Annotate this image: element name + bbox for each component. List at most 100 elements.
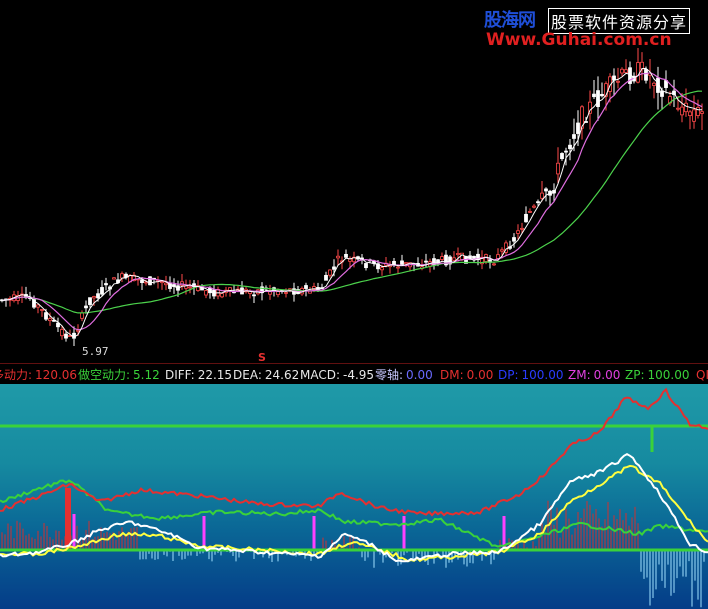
candle-body: [344, 253, 348, 258]
candle-body: [60, 329, 64, 337]
candle-body: [112, 277, 116, 280]
indicator-value: 22.15: [197, 368, 233, 382]
candle-body: [516, 230, 520, 234]
candle-body: [560, 153, 564, 160]
candle-body: [624, 69, 628, 73]
candle-body: [220, 293, 224, 298]
candle-body: [164, 282, 168, 286]
indicator-item: DP: 100.00: [498, 366, 564, 384]
candle-body: [336, 255, 340, 259]
indicator-label: ZP:: [625, 368, 645, 382]
candle-body: [104, 283, 108, 286]
candle-body: [572, 134, 576, 139]
candlestick-panel[interactable]: 股海网 股票软件资源分享 Www.Guhai.com.cn 5.97 S: [0, 0, 708, 364]
candle-body: [676, 107, 680, 110]
indicator-item: 多动力:120.06: [0, 366, 77, 384]
candle-body: [88, 297, 92, 305]
indicator-label: 做空动力:: [78, 368, 131, 382]
candle-body: [380, 267, 384, 271]
candle-body: [160, 281, 164, 284]
candle-body: [76, 329, 80, 332]
candle-body: [404, 262, 408, 265]
candle-body: [36, 304, 40, 308]
indicator-item: MACD: -4.95: [300, 366, 374, 384]
indicator-value: 24.62: [264, 368, 300, 382]
candle-body: [640, 61, 644, 70]
indicator-label: DM:: [440, 368, 464, 382]
indicator-value: 5.12: [133, 368, 160, 382]
indicator-item: DEA: 24.62: [233, 366, 299, 384]
bull-power-line: [0, 387, 708, 517]
candle-body: [284, 292, 288, 294]
candlestick-chart[interactable]: [0, 0, 708, 364]
indicator-label: 零轴:: [375, 368, 404, 382]
candle-body: [620, 68, 624, 74]
bull-spike-bar: [65, 488, 71, 550]
indicator-label: MACD:: [300, 368, 341, 382]
candle-body: [696, 107, 700, 116]
indicator-label: DEA:: [233, 368, 262, 382]
candle-body: [440, 256, 444, 260]
candle-body: [644, 69, 648, 81]
low-price-label: 5.97: [82, 345, 109, 358]
candle-body: [568, 144, 572, 150]
candle-body: [532, 205, 536, 208]
candle-body: [400, 260, 404, 265]
candle-body: [80, 312, 84, 319]
candle-body: [396, 266, 400, 269]
indicator-value: 100.00: [521, 368, 564, 382]
indicator-item: DM: 0.00: [440, 366, 493, 384]
indicator-label: QI: [696, 368, 708, 382]
signal-marker: S: [258, 351, 266, 364]
candle-body: [680, 106, 684, 116]
watermark-logo: 股海网 股票软件资源分享 Www.Guhai.com.cn: [484, 4, 704, 52]
candle-body: [120, 273, 124, 279]
candle-body: [528, 211, 532, 213]
indicator-values-bar: 多动力:120.06做空动力:5.12 DIFF:22.15DEA:24.62MA…: [0, 366, 708, 384]
candle-body: [616, 80, 620, 83]
candle-body: [424, 260, 428, 263]
candlesticks: [0, 48, 704, 346]
candle-body: [140, 279, 144, 283]
watermark-url: Www.Guhai.com.cn: [486, 30, 672, 50]
candle-body: [544, 188, 548, 192]
candle-body: [452, 257, 456, 261]
indicator-label: ZM:: [568, 368, 591, 382]
candle-body: [324, 275, 328, 281]
candle-body: [328, 269, 332, 276]
candle-body: [92, 296, 96, 299]
candle-body: [40, 309, 44, 311]
candle-body: [44, 312, 48, 320]
stock-chart-window: 股海网 股票软件资源分享 Www.Guhai.com.cn 5.97 S 多动力…: [0, 0, 708, 609]
histogram-bars: [1, 500, 705, 608]
candle-body: [576, 122, 580, 134]
candle-body: [692, 109, 696, 122]
indicator-label: DP:: [498, 368, 519, 382]
candle-body: [520, 227, 524, 230]
candle-body: [600, 93, 604, 97]
indicator-value: 100.00: [647, 368, 690, 382]
indicator-item: 零轴: 0.00: [375, 366, 433, 384]
indicator-value: 0.00: [406, 368, 433, 382]
candle-body: [700, 111, 704, 114]
oscillator-chart[interactable]: [0, 384, 708, 609]
indicator-value: 0.00: [466, 368, 494, 382]
candle-body: [96, 293, 100, 299]
candle-body: [684, 102, 688, 113]
candle-body: [492, 263, 496, 266]
watermark-site-name: 股海网: [484, 10, 536, 31]
candle-body: [596, 90, 600, 107]
candle-body: [540, 192, 544, 199]
oscillator-panel[interactable]: [0, 384, 708, 609]
candle-body: [652, 82, 656, 86]
candle-body: [660, 90, 664, 97]
indicator-value: -4.95: [343, 368, 375, 382]
indicator-item: DIFF: 22.15: [165, 366, 232, 384]
indicator-item: QI: [696, 366, 708, 384]
candle-body: [500, 249, 504, 252]
candle-body: [84, 305, 88, 309]
candle-body: [64, 333, 68, 339]
candle-body: [592, 93, 596, 98]
candle-body: [364, 263, 368, 269]
candle-body: [556, 162, 560, 175]
